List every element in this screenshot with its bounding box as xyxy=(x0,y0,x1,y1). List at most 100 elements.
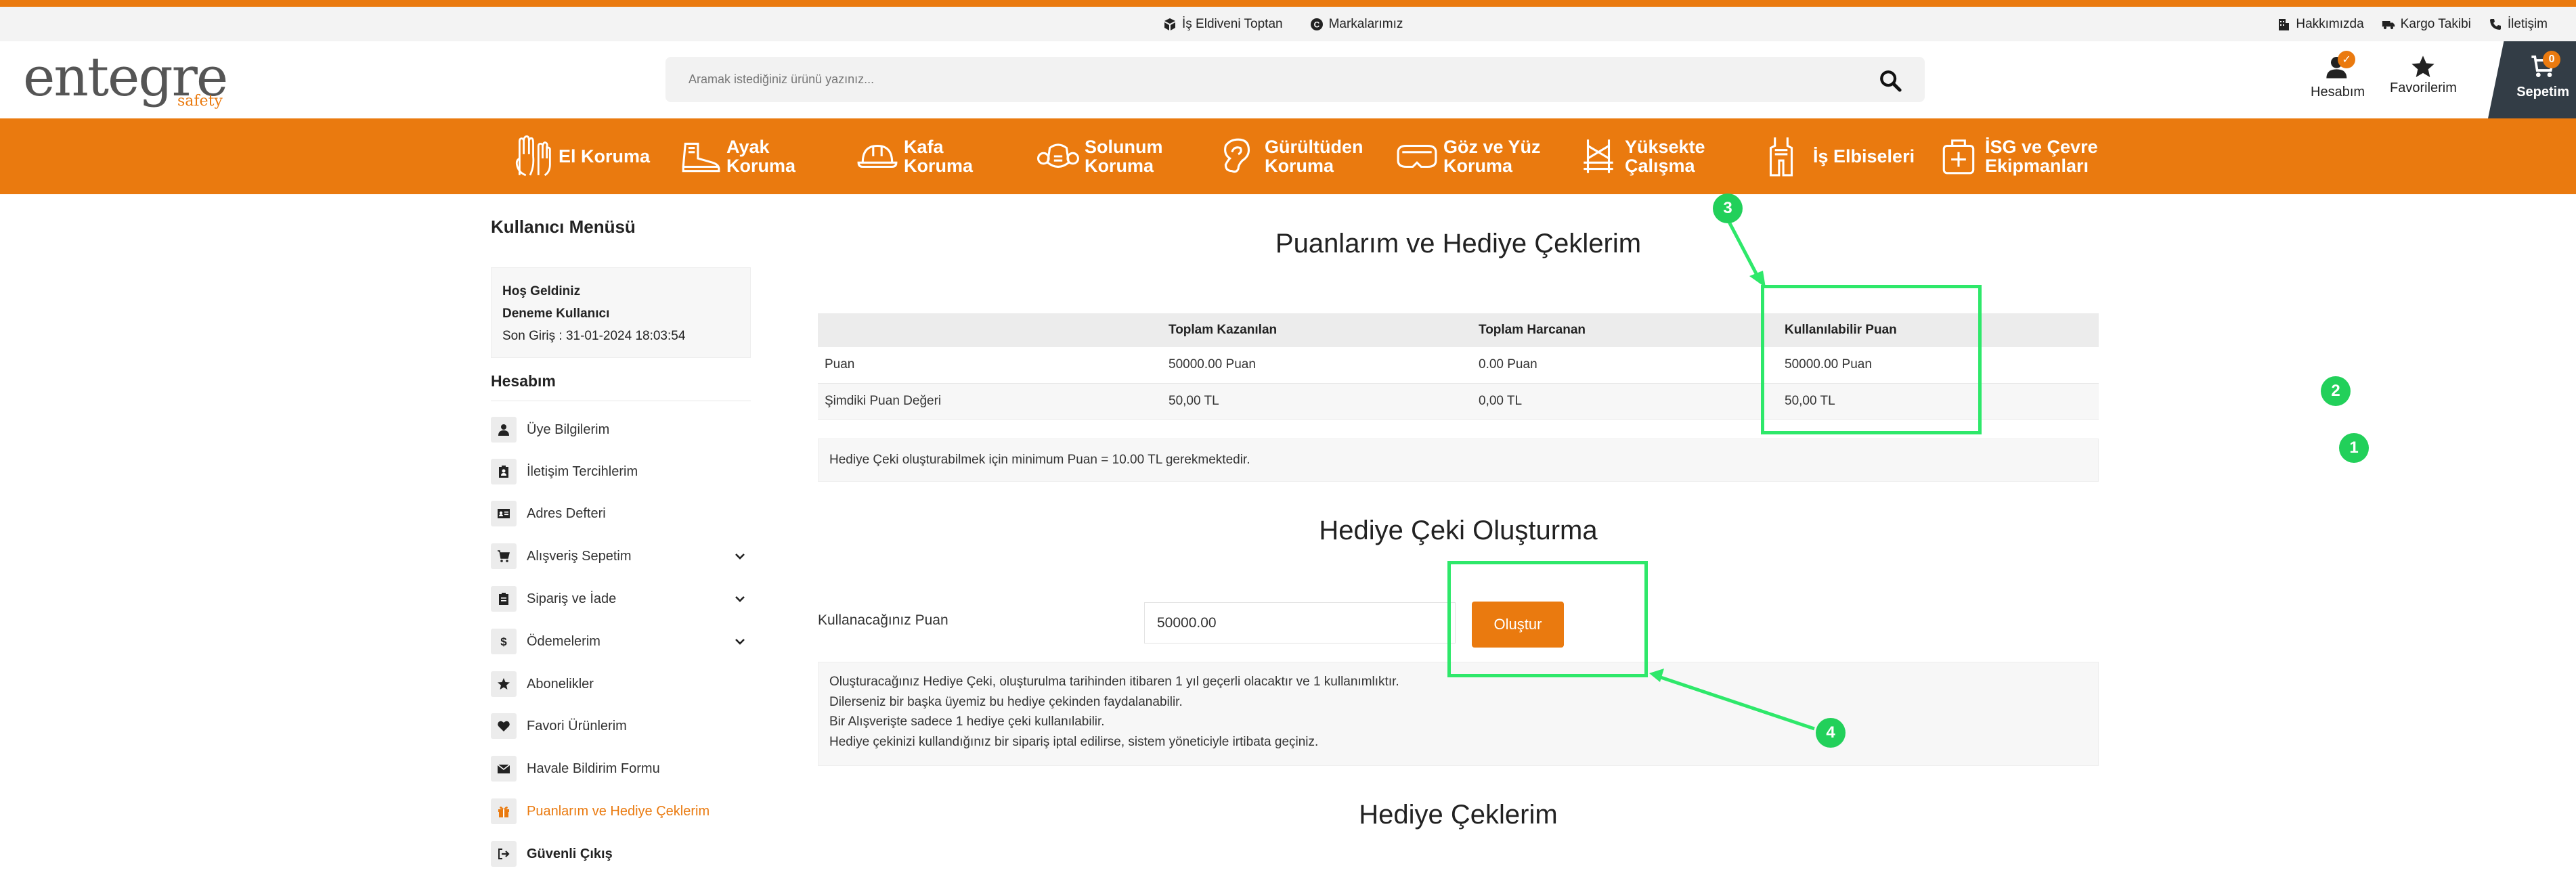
sidebar-item-label: Ödemelerim xyxy=(527,633,601,649)
contact-label: İletişim xyxy=(2507,16,2548,31)
contact-link[interactable]: İletişim xyxy=(2489,17,2548,32)
heart-icon xyxy=(498,721,510,731)
vouchers-section-title: Hediye Çeklerim xyxy=(1359,800,1558,830)
chevron-down-icon[interactable] xyxy=(733,549,747,563)
account-check-badge: ✓ xyxy=(2338,51,2356,68)
table-cell: 50,00 TL xyxy=(1162,383,1472,420)
star-icon xyxy=(498,678,510,690)
sidebar-item-label: Sipariş ve İade xyxy=(527,591,617,606)
nav-label: Solunum Koruma xyxy=(1085,136,1163,176)
nav-is-elbiseleri[interactable]: İş Elbiseleri xyxy=(1760,118,1915,194)
table-cell: Puan xyxy=(818,347,1162,384)
points-input[interactable] xyxy=(1144,602,1456,643)
sidebar-title: Kullanıcı Menüsü xyxy=(491,217,636,237)
brand-icon: C xyxy=(1310,18,1323,30)
nav-el-koruma[interactable]: El Koruma xyxy=(511,118,650,194)
points-field-label: Kullanacağınız Puan xyxy=(818,612,948,628)
account-label: Hesabım xyxy=(2311,85,2365,99)
site-header: entegre safety ✓ Hesabım Favorilerim 0 S… xyxy=(0,41,2576,118)
search-icon[interactable] xyxy=(1879,69,1902,92)
welcome-text: Hoş Geldiniz xyxy=(502,284,581,298)
create-section-title: Hediye Çeki Oluşturma xyxy=(1319,516,1598,545)
sidebar-item-abonelikler[interactable]: Abonelikler xyxy=(491,671,751,698)
sidebar-item-adres-defteri[interactable]: Adres Defteri xyxy=(491,500,751,527)
sidebar-item-favori-urunlerim[interactable]: Favori Ürünlerim xyxy=(491,713,751,740)
sidebar-item-label: Havale Bildirim Formu xyxy=(527,761,660,776)
favorites-label: Favorilerim xyxy=(2390,81,2457,95)
sidebar-item-alisveris-sepetim[interactable]: Alışveriş Sepetim xyxy=(491,543,751,570)
nav-solunum-koruma[interactable]: Solunum Koruma xyxy=(1037,118,1200,194)
address-card-icon xyxy=(498,509,510,518)
top-accent-line xyxy=(0,0,2576,7)
annotation-marker: 3 xyxy=(1713,194,1743,223)
sidebar-item-label: Güvenli Çıkış xyxy=(527,846,613,861)
annotation-box-available-points xyxy=(1761,285,1982,434)
nav-label: Yüksekte Çalışma xyxy=(1625,136,1705,176)
cart-label: Sepetim xyxy=(2516,85,2569,99)
sidebar-item-puanlarim[interactable]: Puanlarım ve Hediye Çeklerim xyxy=(491,798,751,825)
brands-link[interactable]: C Markalarımız xyxy=(1310,17,1403,32)
clipboard-icon xyxy=(499,593,508,605)
cargo-label: Kargo Takibi xyxy=(2400,16,2471,31)
chevron-down-icon[interactable] xyxy=(733,592,747,606)
annotation-marker: 2 xyxy=(2321,376,2351,406)
sidebar-item-uye-bilgilerim[interactable]: Üye Bilgilerim xyxy=(491,416,751,443)
table-header xyxy=(818,313,1162,347)
sidebar-item-label: İletişim Tercihlerim xyxy=(527,464,638,479)
nav-label: İSG ve Çevre Ekipmanları xyxy=(1985,136,2098,176)
account-button[interactable]: ✓ Hesabım xyxy=(2311,51,2365,100)
sidebar-item-guvenli-cikis[interactable]: Güvenli Çıkış xyxy=(491,840,751,867)
user-icon xyxy=(498,424,509,436)
search-input[interactable] xyxy=(665,57,1857,102)
table-cell: 50000.00 Puan xyxy=(1162,347,1472,384)
sidebar-item-havale-bildirim[interactable]: Havale Bildirim Formu xyxy=(491,755,751,782)
phone-icon xyxy=(2489,18,2501,30)
envelope-icon xyxy=(497,764,510,773)
nav-label: Göz ve Yüz Koruma xyxy=(1443,136,1541,176)
cart-icon xyxy=(498,550,510,562)
nav-gurultu-koruma[interactable]: Gürültüden Koruma xyxy=(1217,118,1380,194)
nav-isg-cevre[interactable]: İSG ve Çevre Ekipmanları xyxy=(1938,118,2127,194)
sidebar-item-siparis-iade[interactable]: Sipariş ve İade xyxy=(491,585,751,612)
site-logo[interactable]: entegre safety xyxy=(23,45,228,112)
voucher-rules: Oluşturacağınız Hediye Çeki, oluşturulma… xyxy=(818,662,2099,766)
toptan-link[interactable]: İş Eldiveni Toptan xyxy=(1163,17,1283,32)
page-title: Puanlarım ve Hediye Çeklerim xyxy=(1275,229,1642,258)
about-link[interactable]: Hakkımızda xyxy=(2277,17,2364,32)
cart-button[interactable]: 0 Sepetim xyxy=(2488,41,2576,118)
annotation-box-create-button xyxy=(1447,561,1648,677)
table-header: Toplam Kazanılan xyxy=(1162,313,1472,347)
nav-yuksekte-calisma[interactable]: Yüksekte Çalışma xyxy=(1577,118,1726,194)
category-nav: El Koruma Ayak Koruma Kafa Koruma Solunu… xyxy=(0,118,2576,194)
toptan-label: İş Eldiveni Toptan xyxy=(1182,16,1283,31)
nav-ayak-koruma[interactable]: Ayak Koruma xyxy=(679,118,814,194)
svg-text:C: C xyxy=(1313,20,1319,29)
nav-kafa-koruma[interactable]: Kafa Koruma xyxy=(856,118,992,194)
nav-label: Gürültüden Koruma xyxy=(1265,136,1363,176)
annotation-marker: 1 xyxy=(2339,433,2369,463)
respirator-icon xyxy=(1037,143,1079,168)
goggles-icon xyxy=(1397,144,1437,168)
nav-label: Kafa Koruma xyxy=(904,136,974,176)
ear-icon xyxy=(1224,138,1250,173)
last-login: Son Giriş : 31-01-2024 18:03:54 xyxy=(502,329,686,343)
box-icon xyxy=(1164,18,1175,30)
truck-icon xyxy=(2382,20,2395,29)
favorites-button[interactable]: Favorilerim xyxy=(2390,53,2457,96)
sidebar-item-label: Favori Ürünlerim xyxy=(527,718,627,733)
dollar-icon: $ xyxy=(500,635,507,648)
chevron-down-icon[interactable] xyxy=(733,635,747,648)
table-header: Toplam Harcanan xyxy=(1472,313,1778,347)
rule-line: Hediye çekinizi kullandığınız bir sipari… xyxy=(829,734,1319,749)
cart-count-badge: 0 xyxy=(2543,51,2561,68)
nav-label: İş Elbiseleri xyxy=(1813,145,1915,166)
sidebar-item-label: Alışveriş Sepetim xyxy=(527,548,632,564)
contact-icon xyxy=(499,466,508,478)
sidebar-section-title: Hesabım xyxy=(491,372,556,390)
sidebar-item-odemelerim[interactable]: $ Ödemelerim xyxy=(491,628,751,655)
sidebar-item-iletisim-tercihlerim[interactable]: İletişim Tercihlerim xyxy=(491,458,751,485)
nav-goz-yuz-koruma[interactable]: Göz ve Yüz Koruma xyxy=(1396,118,1558,194)
top-bar: İş Eldiveni Toptan C Markalarımız Hakkım… xyxy=(0,7,2576,41)
cargo-link[interactable]: Kargo Takibi xyxy=(2382,17,2471,32)
rule-line: Bir Alışverişte sadece 1 hediye çeki kul… xyxy=(829,715,1105,729)
